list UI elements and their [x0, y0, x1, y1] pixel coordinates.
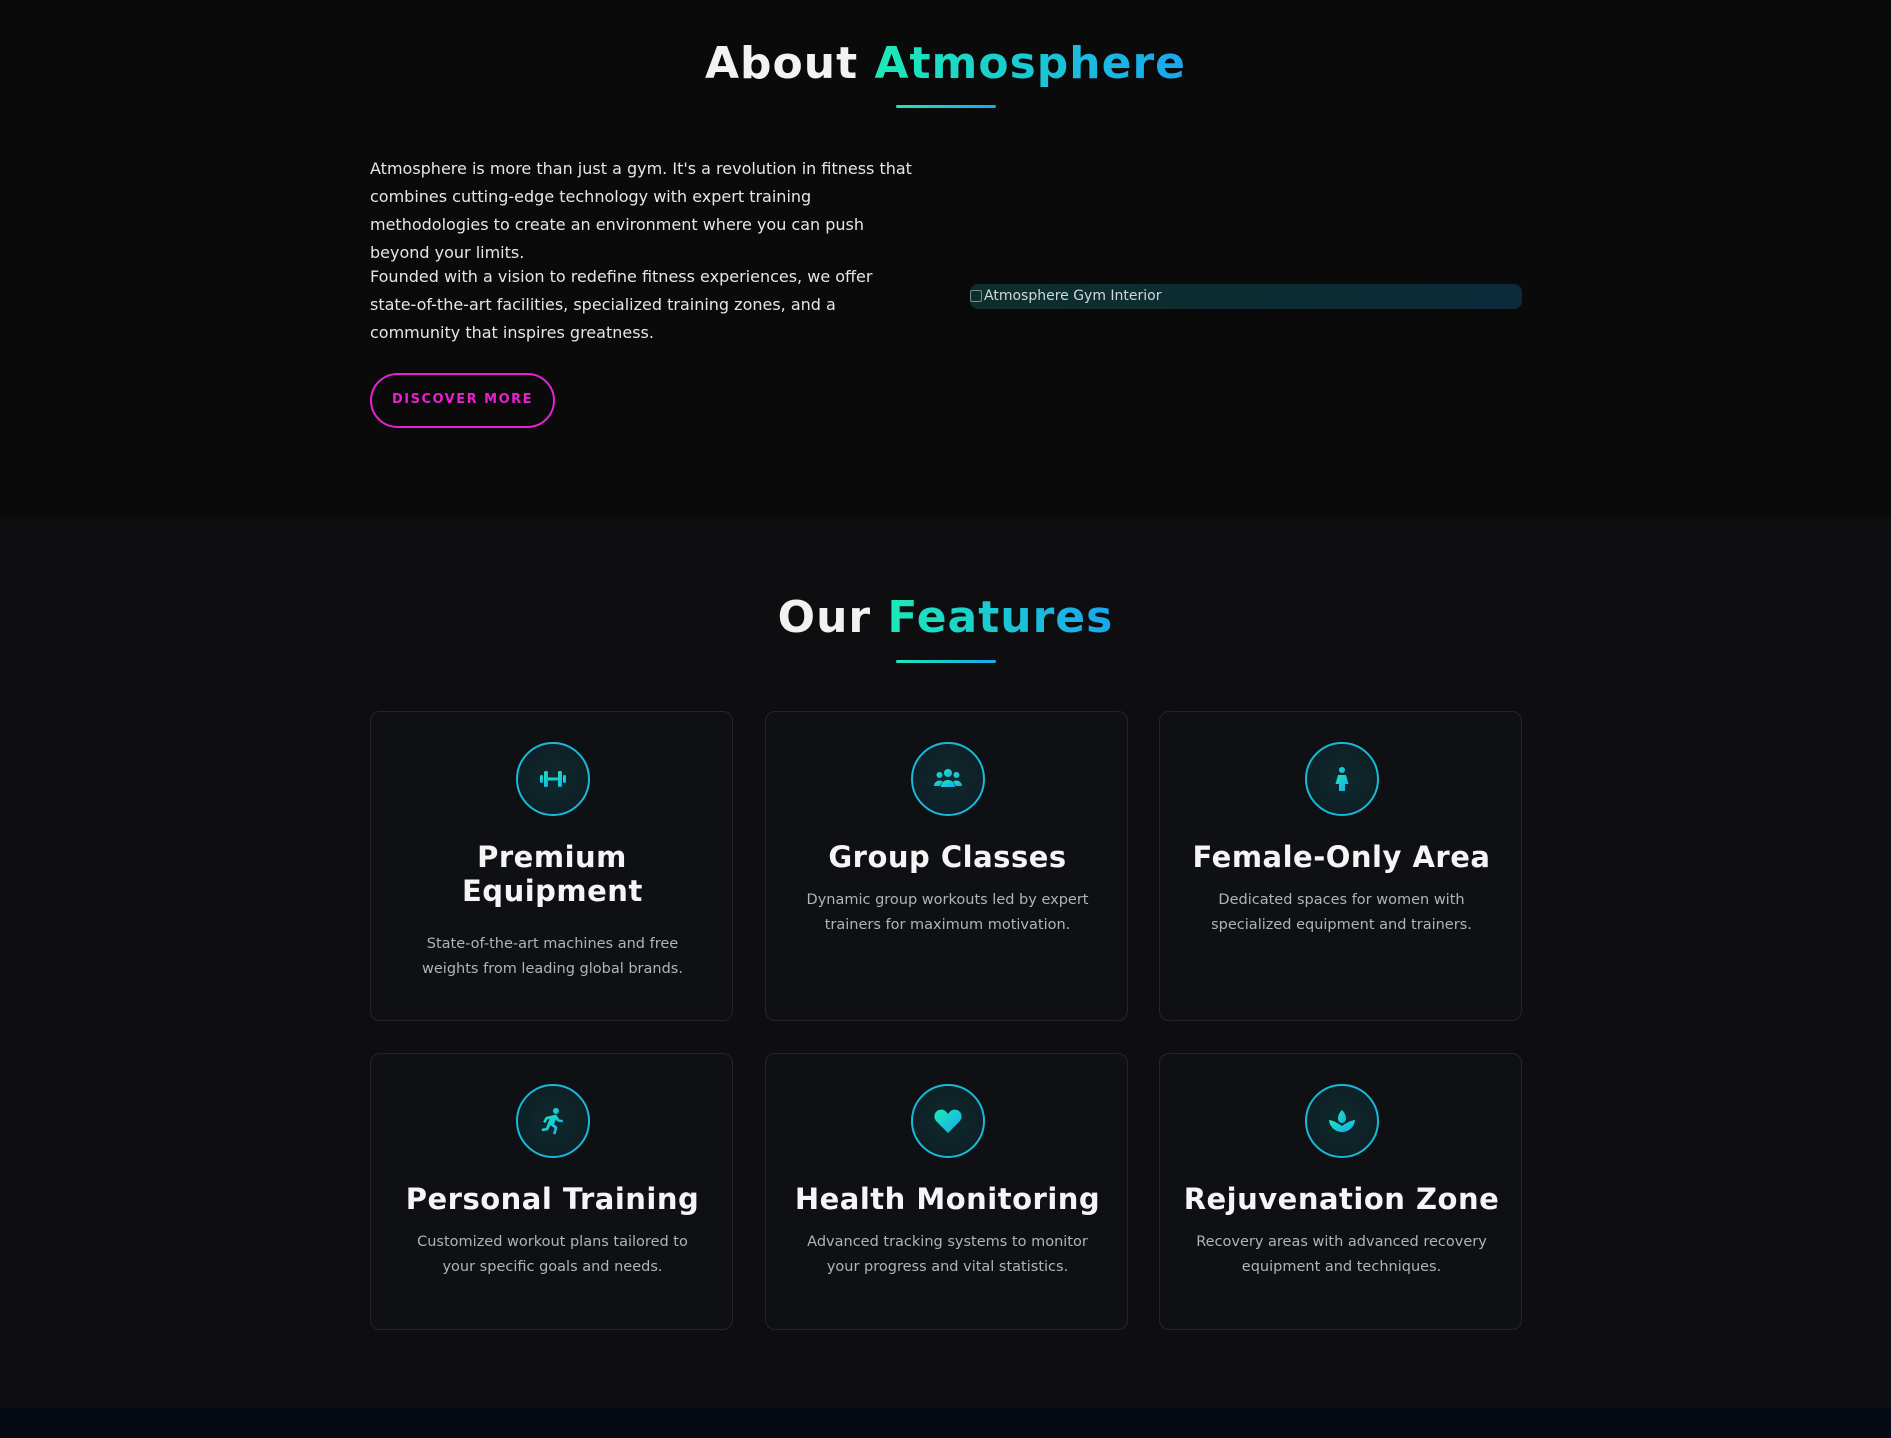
card-title: Health Monitoring [794, 1182, 1101, 1216]
card-title: Group Classes [828, 840, 1067, 874]
card-title: Rejuvenation Zone [1183, 1182, 1500, 1216]
features-title: Our Features [0, 592, 1891, 643]
features-title-underline [896, 660, 996, 663]
running-icon [516, 1084, 590, 1158]
about-paragraph-2: Founded with a vision to redefine fitnes… [370, 267, 873, 342]
features-title-accent: Features [887, 592, 1114, 643]
card-description: Dedicated spaces for women with speciali… [1211, 892, 1472, 933]
feature-card-rejuvenation-zone: Rejuvenation Zone Recovery areas with ad… [1159, 1053, 1522, 1330]
female-icon [1305, 742, 1379, 816]
feature-card-personal-training: Personal Training Customized workout pla… [370, 1053, 733, 1330]
feature-card-premium-equipment: Premium Equipment State-of-the-art machi… [370, 711, 733, 1021]
next-section-edge [0, 1408, 1891, 1438]
card-description: State-of-the-art machines and free weigh… [422, 936, 683, 977]
dumbbell-icon [516, 742, 590, 816]
card-description: Advanced tracking systems to monitor you… [807, 1234, 1088, 1275]
gym-interior-image: Atmosphere Gym Interior [970, 284, 1522, 309]
about-title-main: About [704, 38, 875, 89]
card-title: Female-Only Area [1192, 840, 1491, 874]
about-title-accent: Atmosphere [874, 38, 1186, 89]
about-section: About Atmosphere Atmosphere is more than… [0, 0, 1891, 517]
about-title-underline [896, 105, 996, 108]
discover-more-button[interactable]: DISCOVER MORE [370, 373, 555, 428]
image-alt-text: Atmosphere Gym Interior [984, 288, 1162, 304]
heart-icon [911, 1084, 985, 1158]
card-description: Recovery areas with advanced recovery eq… [1196, 1234, 1487, 1275]
about-title: About Atmosphere [0, 38, 1891, 89]
feature-card-group-classes: Group Classes Dynamic group workouts led… [765, 711, 1128, 1021]
feature-card-female-only-area: Female-Only Area Dedicated spaces for wo… [1159, 711, 1522, 1021]
card-title: Premium Equipment [462, 840, 643, 908]
card-description: Dynamic group workouts led by expert tra… [806, 892, 1089, 933]
spa-icon [1305, 1084, 1379, 1158]
card-description: Customized workout plans tailored to you… [417, 1234, 688, 1275]
card-title: Personal Training [405, 1182, 700, 1216]
features-section: Our Features Premium Equipment State-of-… [0, 517, 1891, 1408]
features-title-main: Our [777, 592, 888, 643]
users-icon [911, 742, 985, 816]
broken-image-icon [970, 290, 982, 302]
about-paragraph-1: Atmosphere is more than just a gym. It's… [370, 159, 912, 262]
feature-card-health-monitoring: Health Monitoring Advanced tracking syst… [765, 1053, 1128, 1330]
